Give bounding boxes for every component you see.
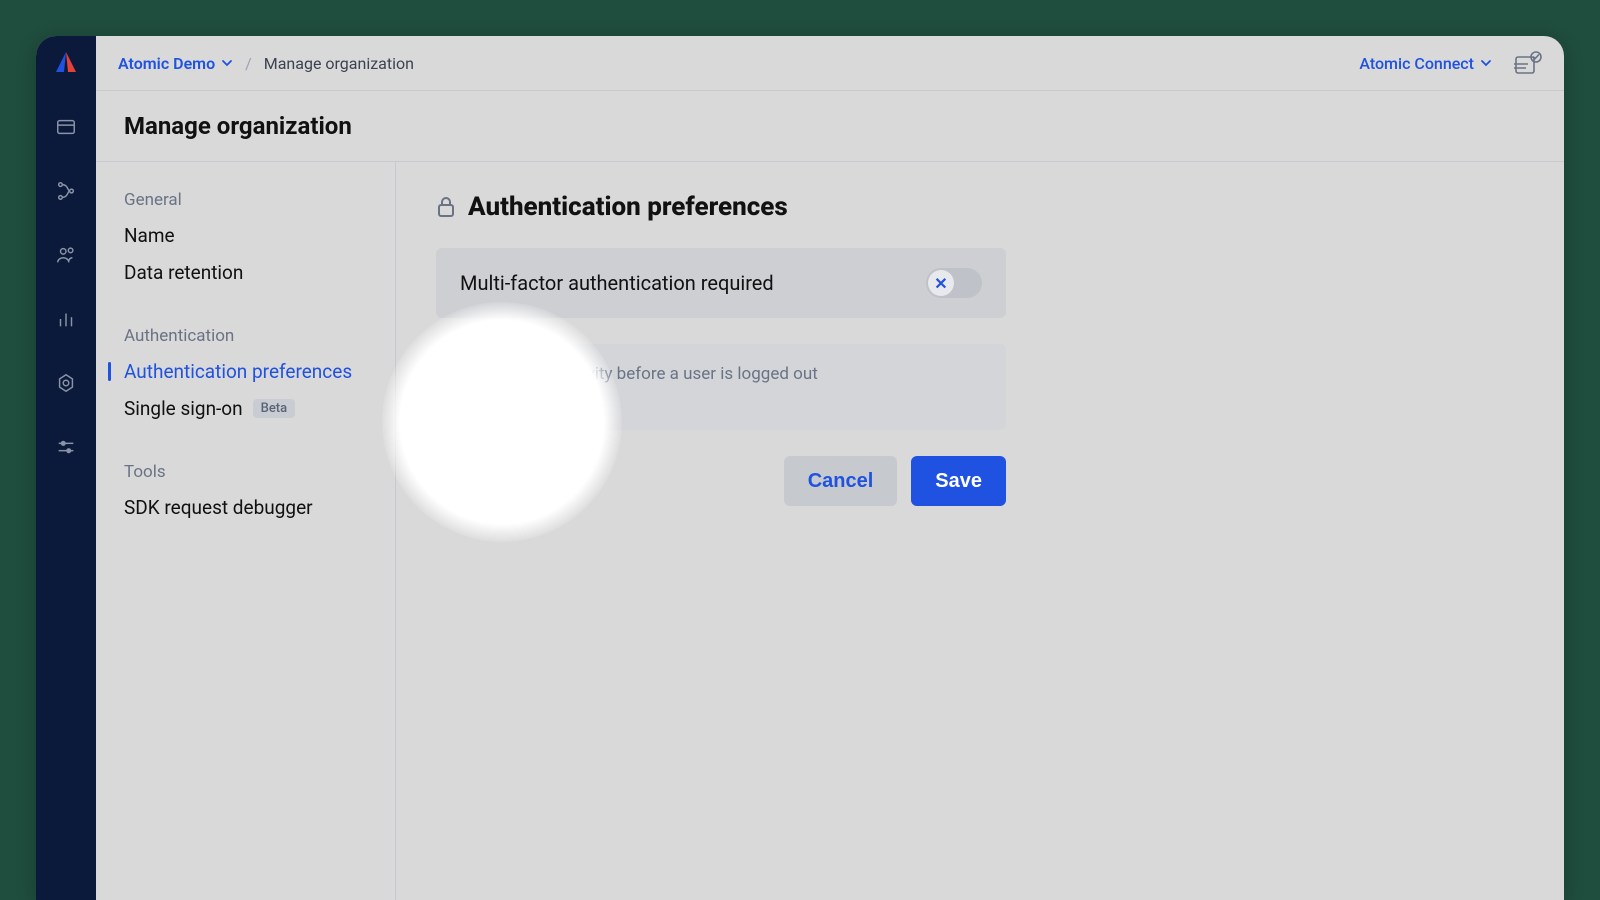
nav-item-auth-preferences[interactable]: Authentication preferences [108,360,395,383]
nav-flows-icon[interactable] [53,178,79,204]
nav-item-data-retention[interactable]: Data retention [124,261,395,284]
cancel-button[interactable]: Cancel [784,456,898,506]
nav-users-icon[interactable] [53,242,79,268]
mfa-label: Multi-factor authentication required [460,271,774,295]
breadcrumb-org-label: Atomic Demo [118,54,215,73]
status-icon[interactable] [1514,51,1542,75]
environment-label: Atomic Connect [1359,54,1474,73]
settings-nav: General Name Data retention Authenticati… [96,162,396,900]
section-title: Authentication preferences [468,192,788,222]
content-area: Authentication preferences Multi-factor … [396,162,1564,900]
top-bar: Atomic Demo / Manage organization Atomic… [96,36,1564,90]
icon-rail [36,36,96,900]
nav-item-sdk-debugger[interactable]: SDK request debugger [124,496,395,519]
nav-group-authentication: Authentication [124,326,395,346]
spotlight-highlight [382,302,622,542]
app-window: Atomic Demo / Manage organization Atomic… [36,36,1564,900]
app-logo-icon [53,50,79,76]
nav-item-sso[interactable]: Single sign-on Beta [124,397,395,420]
breadcrumb-org[interactable]: Atomic Demo [118,54,233,73]
breadcrumb-page: Manage organization [264,54,414,73]
chevron-down-icon [1480,57,1492,69]
nav-group-general: General [124,190,395,210]
save-button[interactable]: Save [911,456,1006,506]
nav-analytics-icon[interactable] [53,306,79,332]
toggle-off-icon: ✕ [928,270,954,296]
section-title-row: Authentication preferences [436,192,1524,222]
nav-settings-icon[interactable] [53,370,79,396]
page-title: Manage organization [96,90,1564,162]
nav-item-sso-label: Single sign-on [124,397,243,420]
beta-badge: Beta [253,399,296,418]
mfa-toggle[interactable]: ✕ [926,268,982,298]
nav-preferences-icon[interactable] [53,434,79,460]
breadcrumb-separator: / [245,54,252,73]
chevron-down-icon [221,57,233,69]
nav-cards-icon[interactable] [53,114,79,140]
nav-item-name[interactable]: Name [124,224,395,247]
nav-group-tools: Tools [124,462,395,482]
environment-selector[interactable]: Atomic Connect [1359,54,1492,73]
lock-icon [436,196,456,218]
